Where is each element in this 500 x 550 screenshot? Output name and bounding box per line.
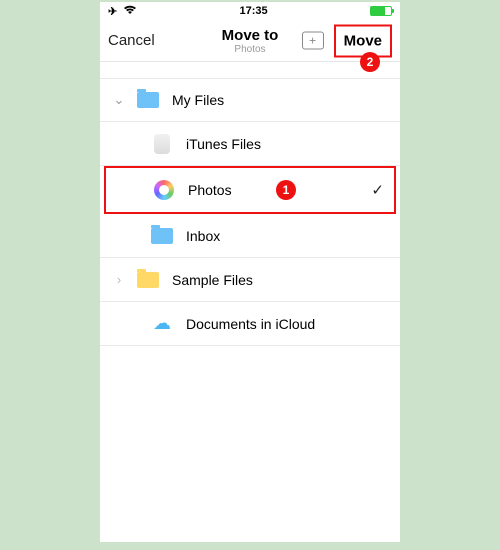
phone-screen: ✈ 17:35 Cancel Move to Photos + Move 2 ⌄… <box>100 2 400 542</box>
battery-icon <box>370 6 392 16</box>
status-bar: ✈ 17:35 <box>100 2 400 20</box>
folder-icon <box>136 269 160 291</box>
airplane-mode-icon: ✈ <box>108 5 117 18</box>
photos-icon <box>152 179 176 201</box>
list-item-my-files[interactable]: ⌄ My Files <box>100 78 400 122</box>
list-item-sample-files[interactable]: › Sample Files <box>100 258 400 302</box>
list-item-label: Documents in iCloud <box>186 316 390 332</box>
list-item-inbox[interactable]: Inbox <box>100 214 400 258</box>
move-button[interactable]: Move <box>334 24 392 57</box>
itunes-icon <box>150 133 174 155</box>
new-folder-icon[interactable]: + <box>302 32 324 50</box>
chevron-down-icon: ⌄ <box>108 92 130 108</box>
folder-icon <box>136 89 160 111</box>
list-item-label: My Files <box>172 92 390 108</box>
nav-bar: Cancel Move to Photos + Move <box>100 20 400 62</box>
selected-row-highlight: Photos ✓ 1 <box>104 166 396 214</box>
list-item-photos[interactable]: Photos ✓ <box>106 168 394 212</box>
annotation-badge-2: 2 <box>360 52 380 72</box>
wifi-icon <box>123 5 137 18</box>
list-item-label: iTunes Files <box>186 136 390 152</box>
cancel-button[interactable]: Cancel <box>108 32 155 49</box>
folder-list: ⌄ My Files iTunes Files Photos ✓ 1 Inbox… <box>100 78 400 346</box>
nav-subtitle: Photos <box>234 44 265 55</box>
list-item-icloud[interactable]: ☁ Documents in iCloud <box>100 302 400 346</box>
status-time: 17:35 <box>240 5 268 17</box>
folder-icon <box>150 225 174 247</box>
nav-title: Move to <box>222 27 279 44</box>
checkmark-icon: ✓ <box>371 181 384 199</box>
list-item-itunes[interactable]: iTunes Files <box>100 122 400 166</box>
cloud-icon: ☁ <box>150 313 174 335</box>
list-item-label: Inbox <box>186 228 390 244</box>
chevron-right-icon: › <box>108 272 130 287</box>
annotation-badge-1: 1 <box>276 180 296 200</box>
list-item-label: Sample Files <box>172 272 390 288</box>
